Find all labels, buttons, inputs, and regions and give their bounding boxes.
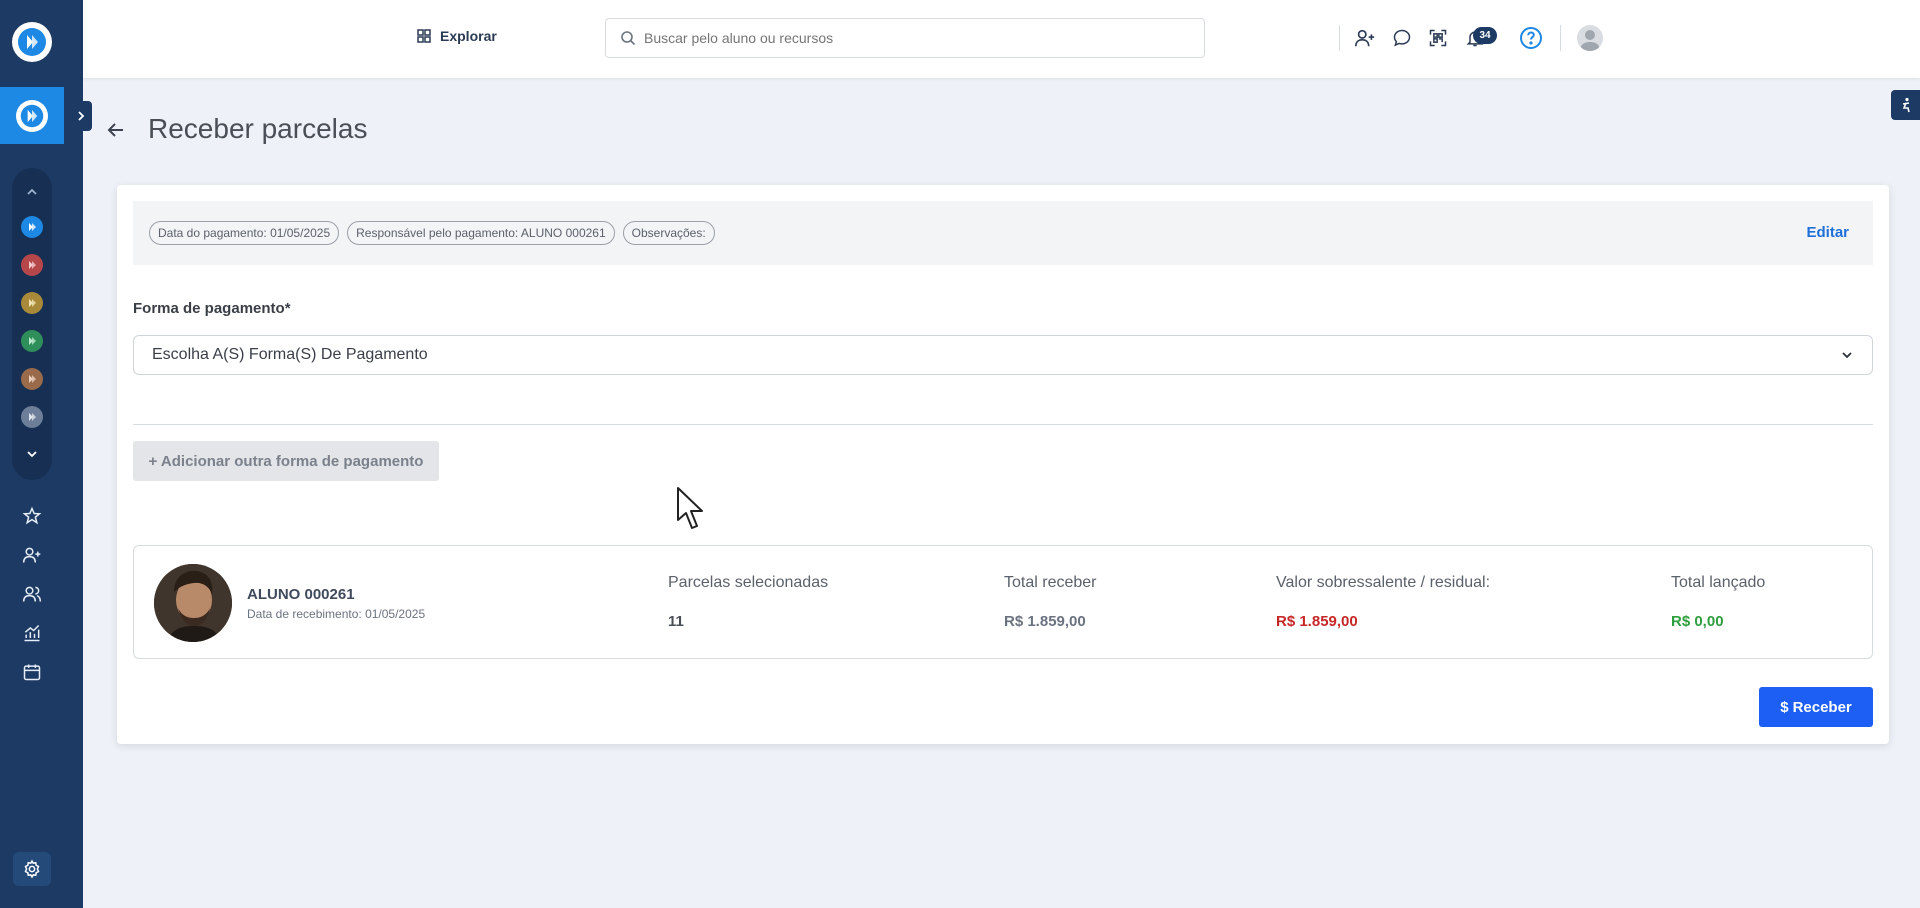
payment-date-chip: Data do pagamento: 01/05/2025 xyxy=(149,221,340,245)
receive-card: Data do pagamento: 01/05/2025 Responsáve… xyxy=(117,185,1889,744)
payment-info-bar: Data do pagamento: 01/05/2025 Responsáve… xyxy=(133,201,1873,265)
module-brown-icon[interactable] xyxy=(21,368,43,390)
logo-icon xyxy=(18,28,46,56)
search-icon xyxy=(621,31,636,46)
chevron-down-icon[interactable] xyxy=(22,444,42,464)
arrow-left-icon xyxy=(107,123,123,137)
module-switcher xyxy=(12,168,52,480)
add-user-icon[interactable] xyxy=(1353,26,1377,50)
total-launched-value: R$ 0,00 xyxy=(1671,613,1724,630)
module-gray-icon[interactable] xyxy=(21,406,43,428)
residual-value: R$ 1.859,00 xyxy=(1276,613,1358,630)
add-person-icon[interactable] xyxy=(20,543,44,567)
search-box[interactable] xyxy=(605,18,1205,58)
sidebar-active-module[interactable] xyxy=(0,87,64,144)
selected-installments-label: Parcelas selecionadas xyxy=(668,574,829,591)
star-icon[interactable] xyxy=(20,504,44,528)
qr-code-icon[interactable] xyxy=(1426,26,1450,50)
payment-method-label: Forma de pagamento* xyxy=(133,300,291,317)
module-gold-icon[interactable] xyxy=(21,292,43,314)
sidebar xyxy=(0,0,83,908)
residual-value-label: Valor sobressalente / residual: xyxy=(1276,574,1491,591)
accessibility-button[interactable] xyxy=(1891,90,1920,120)
edit-link[interactable]: Editar xyxy=(1806,224,1849,241)
chevron-up-icon[interactable] xyxy=(22,182,42,202)
user-avatar[interactable] xyxy=(1577,25,1603,51)
total-receive-value: R$ 1.859,00 xyxy=(1004,613,1086,630)
explore-button[interactable]: Explorar xyxy=(416,28,497,44)
module-blue-icon[interactable] xyxy=(21,216,43,238)
student-name: ALUNO 000261 xyxy=(247,586,355,603)
module-logo-icon xyxy=(16,99,48,132)
module-red-icon[interactable] xyxy=(21,254,43,276)
back-button[interactable] xyxy=(104,118,128,142)
payment-method-select[interactable]: Escolha A(S) Forma(S) De Pagamento xyxy=(133,335,1873,375)
receive-button[interactable]: $ Receber xyxy=(1759,687,1873,727)
mouse-cursor-icon xyxy=(677,487,703,529)
responsible-chip: Responsável pelo pagamento: ALUNO 000261 xyxy=(347,221,615,245)
chevron-down-icon xyxy=(1842,352,1852,359)
divider xyxy=(133,424,1873,425)
accessibility-icon xyxy=(1902,97,1910,113)
page-title: Receber parcelas xyxy=(148,113,368,144)
gear-icon xyxy=(24,859,40,879)
selected-installments-value: 11 xyxy=(668,613,684,630)
total-receive-label: Total receber xyxy=(1004,574,1097,591)
topbar: Explorar 34 xyxy=(83,0,1920,78)
chart-growth-icon[interactable] xyxy=(20,621,44,645)
topbar-divider xyxy=(1339,25,1340,51)
notes-chip: Observações: xyxy=(622,221,715,245)
explore-label: Explorar xyxy=(440,28,497,44)
app-logo[interactable] xyxy=(12,22,52,62)
help-icon[interactable] xyxy=(1519,26,1543,50)
topbar-divider xyxy=(1560,25,1561,51)
student-receive-date: Data de recebimento: 01/05/2025 xyxy=(247,607,426,621)
chat-icon[interactable] xyxy=(1390,26,1414,50)
grid-icon xyxy=(417,29,431,43)
chevron-right-icon xyxy=(77,111,84,121)
settings-button[interactable] xyxy=(13,852,51,886)
receive-label: Receber xyxy=(1792,698,1852,716)
total-launched-label: Total lançado xyxy=(1671,574,1766,591)
module-green-icon[interactable] xyxy=(21,330,43,352)
search-input[interactable] xyxy=(644,30,1184,46)
notification-badge: 34 xyxy=(1473,27,1497,44)
student-summary: ALUNO 000261 Data de recebimento: 01/05/… xyxy=(133,545,1873,659)
calendar-icon[interactable] xyxy=(20,660,44,684)
payment-method-value: Escolha A(S) Forma(S) De Pagamento xyxy=(152,346,428,363)
add-payment-method-button[interactable]: + Adicionar outra forma de pagamento xyxy=(133,441,439,481)
student-photo-icon xyxy=(154,564,232,642)
sidebar-expand-button[interactable] xyxy=(69,101,92,131)
user-avatar-icon xyxy=(1580,30,1600,51)
dollar-icon: $ xyxy=(1780,698,1789,716)
people-icon[interactable] xyxy=(20,582,44,606)
student-photo xyxy=(154,564,232,642)
